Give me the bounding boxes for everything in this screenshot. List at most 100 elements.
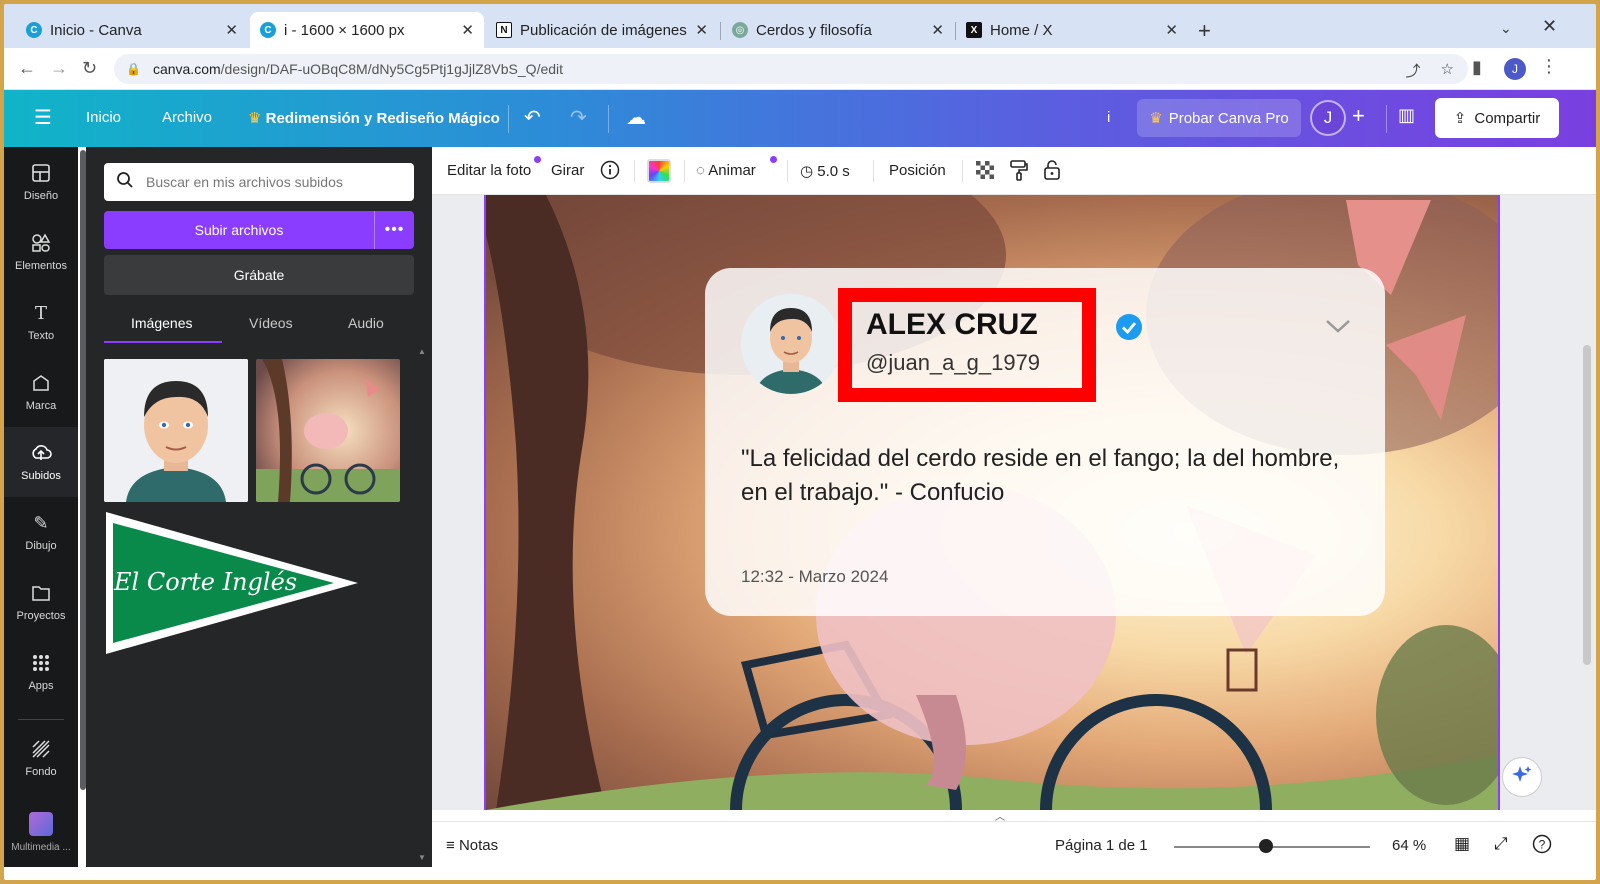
rail-item-diseno[interactable]: Diseño [4, 147, 78, 217]
rail-item-fondo[interactable]: Fondo [4, 723, 78, 793]
add-people-icon[interactable]: + [1352, 103, 1365, 129]
undo-icon[interactable]: ↶ [524, 105, 541, 130]
site-info-icon[interactable]: 🔒 [126, 62, 141, 76]
url-host: canva.com [152, 61, 221, 77]
rail-label: Elementos [15, 260, 67, 272]
canvas-scrollbar[interactable] [1583, 345, 1591, 665]
tab-imagenes[interactable]: Imágenes [131, 315, 192, 331]
x-icon: X [966, 22, 982, 38]
rail-item-texto[interactable]: T Texto [4, 287, 78, 357]
svg-text:?: ? [1539, 838, 1546, 852]
new-tab-icon[interactable]: + [1198, 18, 1211, 44]
tab-inicio-canva[interactable]: C Inicio - Canva ✕ [16, 12, 248, 48]
tab-cerdos[interactable]: ◎ Cerdos y filosofía ✕ [722, 12, 954, 48]
bookmark-star-icon[interactable]: ☆ [1441, 60, 1454, 81]
insights-chart-icon[interactable]: ▥ [1398, 105, 1415, 126]
redo-icon[interactable]: ↷ [570, 105, 587, 130]
rail-item-multimedia[interactable]: Multimedia ... [4, 797, 78, 867]
transparency-icon[interactable] [975, 160, 995, 184]
duration-button[interactable]: ◷ 5.0 s [800, 162, 850, 180]
close-icon[interactable]: ✕ [225, 21, 238, 39]
close-icon[interactable]: ✕ [695, 21, 708, 39]
zoom-level[interactable]: 64 % [1392, 837, 1426, 854]
tab-home-x[interactable]: X Home / X ✕ [956, 12, 1188, 48]
rotate-button[interactable]: Girar [551, 162, 584, 179]
reload-icon[interactable]: ↻ [82, 58, 97, 79]
file-menu[interactable]: Archivo [162, 109, 212, 126]
design-artboard[interactable]: ALEX CRUZ @juan_a_g_1979 "La felicidad d… [484, 195, 1500, 810]
tweet-card[interactable]: ALEX CRUZ @juan_a_g_1979 "La felicidad d… [705, 268, 1385, 616]
upload-files-button[interactable]: Subir archivos ••• [104, 211, 414, 249]
profile-avatar[interactable]: J [1504, 58, 1526, 80]
rail-item-proyectos[interactable]: Proyectos [4, 567, 78, 637]
animate-button[interactable]: ◌ Animar [696, 162, 756, 179]
quote-text[interactable]: "La felicidad del cerdo reside en el fan… [741, 442, 1341, 510]
rail-item-marca[interactable]: Marca [4, 357, 78, 427]
new-feature-dot [534, 156, 541, 163]
zoom-slider-handle[interactable] [1259, 839, 1273, 853]
unlock-icon[interactable] [1043, 159, 1061, 185]
share-icon[interactable]: ⤴ [1406, 60, 1421, 81]
page-indicator[interactable]: Página 1 de 1 [1055, 837, 1148, 854]
design-title[interactable]: i [1107, 109, 1110, 126]
scroll-up-icon[interactable]: ▲ [418, 347, 426, 356]
rail-item-subidos[interactable]: Subidos [4, 427, 78, 497]
home-link[interactable]: Inicio [86, 109, 121, 126]
rail-item-dibujo[interactable]: ✎ Dibujo [4, 497, 78, 567]
side-panel-icon[interactable]: ▮ [1472, 57, 1482, 78]
try-pro-button[interactable]: ♛ Probar Canva Pro [1137, 99, 1301, 137]
tab-label: Publicación de imágenes [520, 21, 687, 39]
notes-button[interactable]: ≡ Notas [446, 837, 498, 854]
tab-audio[interactable]: Audio [348, 315, 384, 331]
browser-menu-icon[interactable]: ⋮ [1540, 56, 1558, 77]
user-handle[interactable]: @juan_a_g_1979 [866, 350, 1040, 376]
tab-publicacion[interactable]: N Publicación de imágenes ✕ [486, 12, 718, 48]
panel-scrollbar[interactable]: ▲ ▼ [416, 347, 426, 867]
rail-item-apps[interactable]: Apps [4, 637, 78, 707]
post-timestamp[interactable]: 12:32 - Marzo 2024 [741, 567, 888, 587]
close-icon[interactable]: ✕ [461, 21, 474, 39]
tab-current-design[interactable]: C i - 1600 × 1600 px ✕ [250, 12, 484, 48]
fullscreen-icon[interactable]: ⤢ [1494, 834, 1508, 854]
verified-badge-icon [1115, 313, 1143, 341]
layout-icon [30, 162, 52, 184]
cloud-saved-icon[interactable]: ☁ [626, 105, 646, 130]
uploaded-image-avatar[interactable] [104, 359, 248, 502]
uploaded-image-pig-bike[interactable] [256, 359, 400, 502]
tab-videos[interactable]: Vídeos [249, 315, 293, 331]
cloud-upload-icon [30, 442, 52, 464]
forward-icon[interactable]: → [50, 58, 68, 79]
window-close-icon[interactable]: ✕ [1542, 16, 1557, 37]
rail-item-elementos[interactable]: Elementos [4, 217, 78, 287]
share-button[interactable]: ⇪ Compartir [1435, 98, 1559, 138]
menu-icon[interactable]: ☰ [34, 105, 52, 130]
clock-icon: ◷ [800, 163, 814, 180]
canva-icon: C [26, 22, 42, 38]
search-input[interactable]: Buscar en mis archivos subidos [104, 163, 414, 201]
back-icon[interactable]: ← [18, 58, 36, 79]
chevron-up-icon[interactable]: ︿ [990, 808, 1010, 823]
chevron-down-icon[interactable] [1325, 314, 1351, 340]
record-yourself-button[interactable]: Grábate [104, 255, 414, 295]
url-field[interactable]: 🔒 canva.com/design/DAF-uOBqC8M/dNy5Cg5Pt… [114, 54, 1468, 84]
scroll-down-icon[interactable]: ▼ [418, 853, 426, 862]
chevron-down-icon[interactable]: ⌄ [1500, 20, 1512, 37]
paint-roller-icon[interactable] [1009, 159, 1029, 185]
magic-resize-button[interactable]: ♛ Redimensión y Rediseño Mágico [248, 109, 500, 127]
color-picker-icon[interactable] [647, 159, 671, 187]
user-avatar[interactable]: J [1310, 100, 1346, 136]
more-options-icon[interactable]: ••• [374, 211, 414, 249]
bottom-bar: ︿ ≡ Notas Página 1 de 1 64 % ▦ ⤢ ? [432, 812, 1596, 867]
edit-photo-button[interactable]: Editar la foto [447, 162, 531, 179]
grid-view-icon[interactable]: ▦ [1454, 834, 1470, 854]
upload-label: Subir archivos [194, 222, 284, 238]
info-icon[interactable] [600, 160, 620, 184]
tab-bar: C Inicio - Canva ✕ C i - 1600 × 1600 px … [4, 4, 1596, 48]
position-button[interactable]: Posición [889, 162, 946, 179]
close-icon[interactable]: ✕ [1165, 21, 1178, 39]
uploaded-image-logo[interactable]: El Corte Inglés [104, 510, 362, 656]
help-icon[interactable]: ? [1532, 834, 1552, 858]
magic-assistant-button[interactable] [1502, 757, 1542, 797]
display-name[interactable]: ALEX CRUZ [866, 308, 1038, 342]
close-icon[interactable]: ✕ [931, 21, 944, 39]
